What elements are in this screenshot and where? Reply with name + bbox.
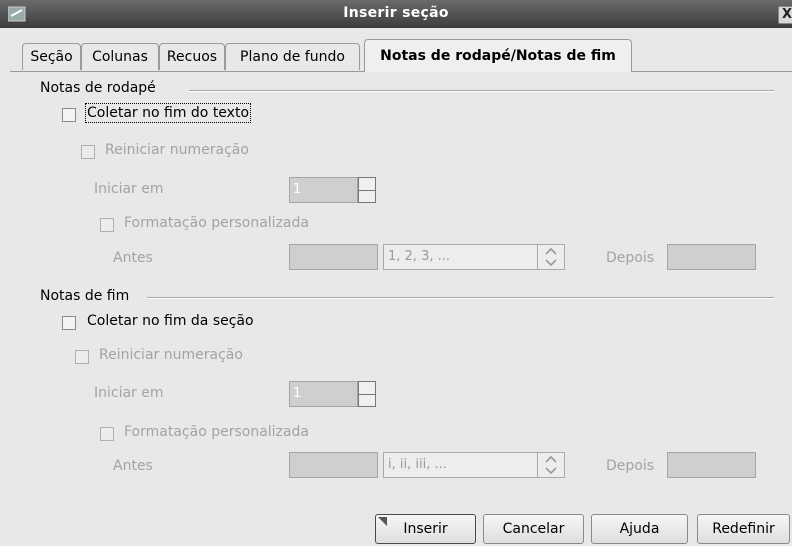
endnotes-restart-label: Reiniciar numeração bbox=[99, 347, 243, 363]
insert-button[interactable]: Inserir bbox=[375, 514, 476, 544]
endnotes-custom-format-label: Formatação personalizada bbox=[124, 424, 309, 440]
help-button[interactable]: Ajuda bbox=[591, 514, 688, 544]
title-bar: Inserir seção X bbox=[0, 0, 792, 28]
endnotes-custom-format-checkbox[interactable] bbox=[100, 427, 114, 441]
reset-button[interactable]: Redefinir bbox=[697, 514, 790, 544]
footnotes-custom-format-label: Formatação personalizada bbox=[124, 215, 309, 231]
footnotes-restart-checkbox[interactable] bbox=[81, 145, 95, 159]
endnotes-numbering-value: i, ii, iii, ... bbox=[388, 457, 447, 472]
tab-plano-de-fundo[interactable]: Plano de fundo bbox=[225, 43, 360, 70]
spin-arrows-icon[interactable] bbox=[537, 453, 564, 477]
footnotes-collect-checkbox[interactable] bbox=[62, 108, 76, 122]
footnotes-start-label: Iniciar em bbox=[94, 181, 164, 197]
spin-arrows-icon[interactable] bbox=[537, 245, 564, 269]
footnotes-numbering-value: 1, 2, 3, ... bbox=[388, 249, 451, 264]
endnotes-restart-checkbox[interactable] bbox=[75, 350, 89, 364]
footnotes-before-field[interactable] bbox=[289, 244, 378, 270]
endnotes-start-value[interactable]: 1 bbox=[289, 381, 358, 407]
footnotes-restart-label: Reiniciar numeração bbox=[105, 142, 249, 158]
endnotes-collect-label[interactable]: Coletar no fim da seção bbox=[87, 313, 254, 329]
footnotes-before-label: Antes bbox=[113, 250, 153, 266]
close-icon[interactable]: X bbox=[778, 6, 792, 24]
tab-secao[interactable]: Seção bbox=[22, 43, 81, 70]
footnotes-rule bbox=[189, 90, 774, 92]
window-title: Inserir seção bbox=[343, 5, 449, 21]
footnotes-after-label: Depois bbox=[606, 250, 655, 266]
footnotes-custom-format-checkbox[interactable] bbox=[100, 218, 114, 232]
tab-bar: Seção Colunas Recuos Plano de fundo Nota… bbox=[0, 28, 792, 72]
footnotes-after-field[interactable] bbox=[667, 244, 756, 270]
endnotes-numbering-select[interactable]: i, ii, iii, ... bbox=[383, 452, 565, 478]
tab-colunas[interactable]: Colunas bbox=[81, 43, 159, 70]
endnotes-after-label: Depois bbox=[606, 458, 655, 474]
spin-buttons-icon[interactable] bbox=[358, 177, 376, 203]
tab-recuos[interactable]: Recuos bbox=[159, 43, 225, 70]
footnotes-heading: Notas de rodapé bbox=[40, 80, 156, 96]
footnotes-collect-label[interactable]: Coletar no fim do texto bbox=[84, 103, 252, 123]
tab-notas-rodape-fim[interactable]: Notas de rodapé/Notas de fim bbox=[364, 39, 632, 72]
footnotes-numbering-select[interactable]: 1, 2, 3, ... bbox=[383, 244, 565, 270]
footnotes-start-value[interactable]: 1 bbox=[289, 177, 358, 203]
endnotes-before-label: Antes bbox=[113, 458, 153, 474]
insert-button-label: Inserir bbox=[403, 521, 448, 537]
endnotes-collect-checkbox[interactable] bbox=[62, 316, 76, 330]
endnotes-after-field[interactable] bbox=[667, 452, 756, 478]
default-corner-icon bbox=[378, 517, 387, 526]
endnotes-heading: Notas de fim bbox=[40, 288, 130, 304]
endnotes-before-field[interactable] bbox=[289, 452, 378, 478]
endnotes-rule bbox=[147, 297, 774, 299]
endnotes-start-label: Iniciar em bbox=[94, 385, 164, 401]
cancel-button[interactable]: Cancelar bbox=[483, 514, 584, 544]
spin-buttons-icon[interactable] bbox=[358, 381, 376, 407]
